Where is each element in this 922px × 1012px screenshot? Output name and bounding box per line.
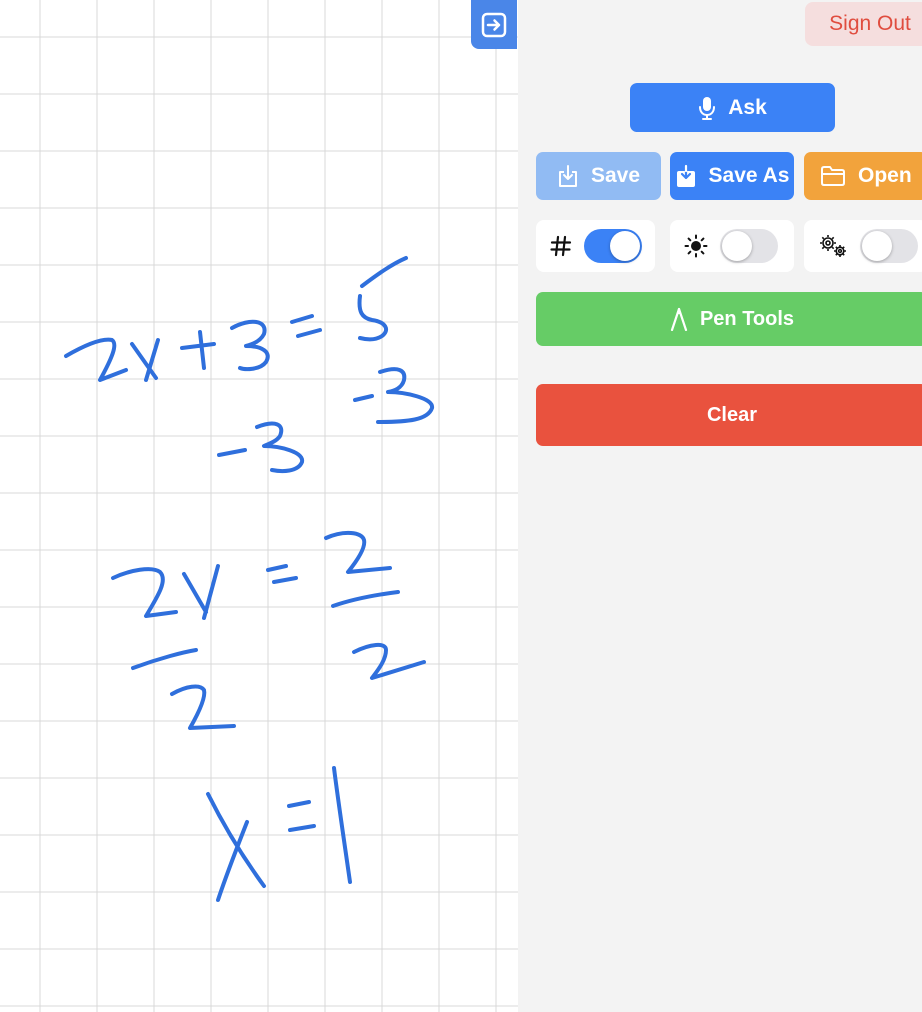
pen-tools-label: Pen Tools [699, 307, 795, 330]
ink-stroke-5 [357, 256, 408, 342]
ink-stroke-fraction-right [331, 590, 400, 608]
ink-stroke-2-den-right [352, 643, 426, 680]
hash-icon [550, 235, 572, 257]
ink-stroke-plus [180, 330, 216, 370]
brightness-toggle[interactable] [720, 229, 778, 263]
save-as-button[interactable]: Save As [670, 152, 794, 200]
grid-toggle[interactable] [584, 229, 642, 263]
ink-stroke-minus-right [353, 394, 374, 402]
ink-stroke-equals [290, 314, 322, 338]
save-as-icon [675, 164, 697, 188]
open-label: Open [858, 164, 912, 187]
clear-button[interactable]: Clear [536, 384, 922, 446]
ink-stroke-equals-c [287, 800, 316, 832]
ink-stroke-2c [324, 531, 392, 574]
settings-toggle[interactable] [860, 229, 918, 263]
collapse-panel-button[interactable] [471, 0, 517, 49]
save-icon [557, 164, 579, 188]
drawing-canvas[interactable] [0, 0, 518, 1012]
gears-icon [820, 235, 846, 257]
grid-toggle-knob [610, 231, 640, 261]
ink-stroke-xb [182, 564, 220, 620]
ink-stroke-3-left [255, 421, 304, 473]
sign-out-label: Sign Out [829, 12, 911, 35]
ink-stroke-3 [230, 319, 270, 372]
tools-panel: Sign Out Ask Save Save As Open Pen Tools… [518, 0, 922, 1012]
save-label: Save [590, 164, 641, 187]
brightness-toggle-knob [722, 231, 752, 261]
grid-toggle-card [536, 220, 655, 272]
clear-label: Clear [706, 403, 758, 426]
handwriting-ink [64, 256, 434, 902]
settings-toggle-knob [862, 231, 892, 261]
ink-stroke-x [130, 338, 160, 382]
save-as-label: Save As [708, 164, 790, 187]
ask-button[interactable]: Ask [630, 83, 835, 132]
ink-stroke-1 [332, 766, 352, 884]
ink-stroke-xc [206, 792, 266, 902]
ink-stroke-fraction-left [131, 648, 198, 670]
ink-stroke-2 [64, 337, 128, 382]
pen-nib-icon [670, 307, 688, 331]
open-button[interactable]: Open [804, 152, 922, 200]
arrow-right-square-icon [481, 12, 507, 37]
folder-icon [820, 165, 846, 187]
save-button[interactable]: Save [536, 152, 661, 200]
ink-stroke-2-den-left [170, 684, 236, 730]
ink-stroke-equals-b [266, 564, 298, 584]
settings-toggle-card [804, 220, 922, 272]
microphone-icon [698, 96, 716, 120]
ink-stroke-3-right [376, 367, 434, 424]
sun-icon [684, 234, 708, 258]
ink-stroke-2b [111, 567, 178, 618]
brightness-toggle-card [670, 220, 794, 272]
ink-stroke-minus-left [217, 448, 247, 457]
ask-label: Ask [728, 95, 767, 119]
sign-out-button[interactable]: Sign Out [805, 2, 922, 46]
pen-tools-button[interactable]: Pen Tools [536, 292, 922, 346]
